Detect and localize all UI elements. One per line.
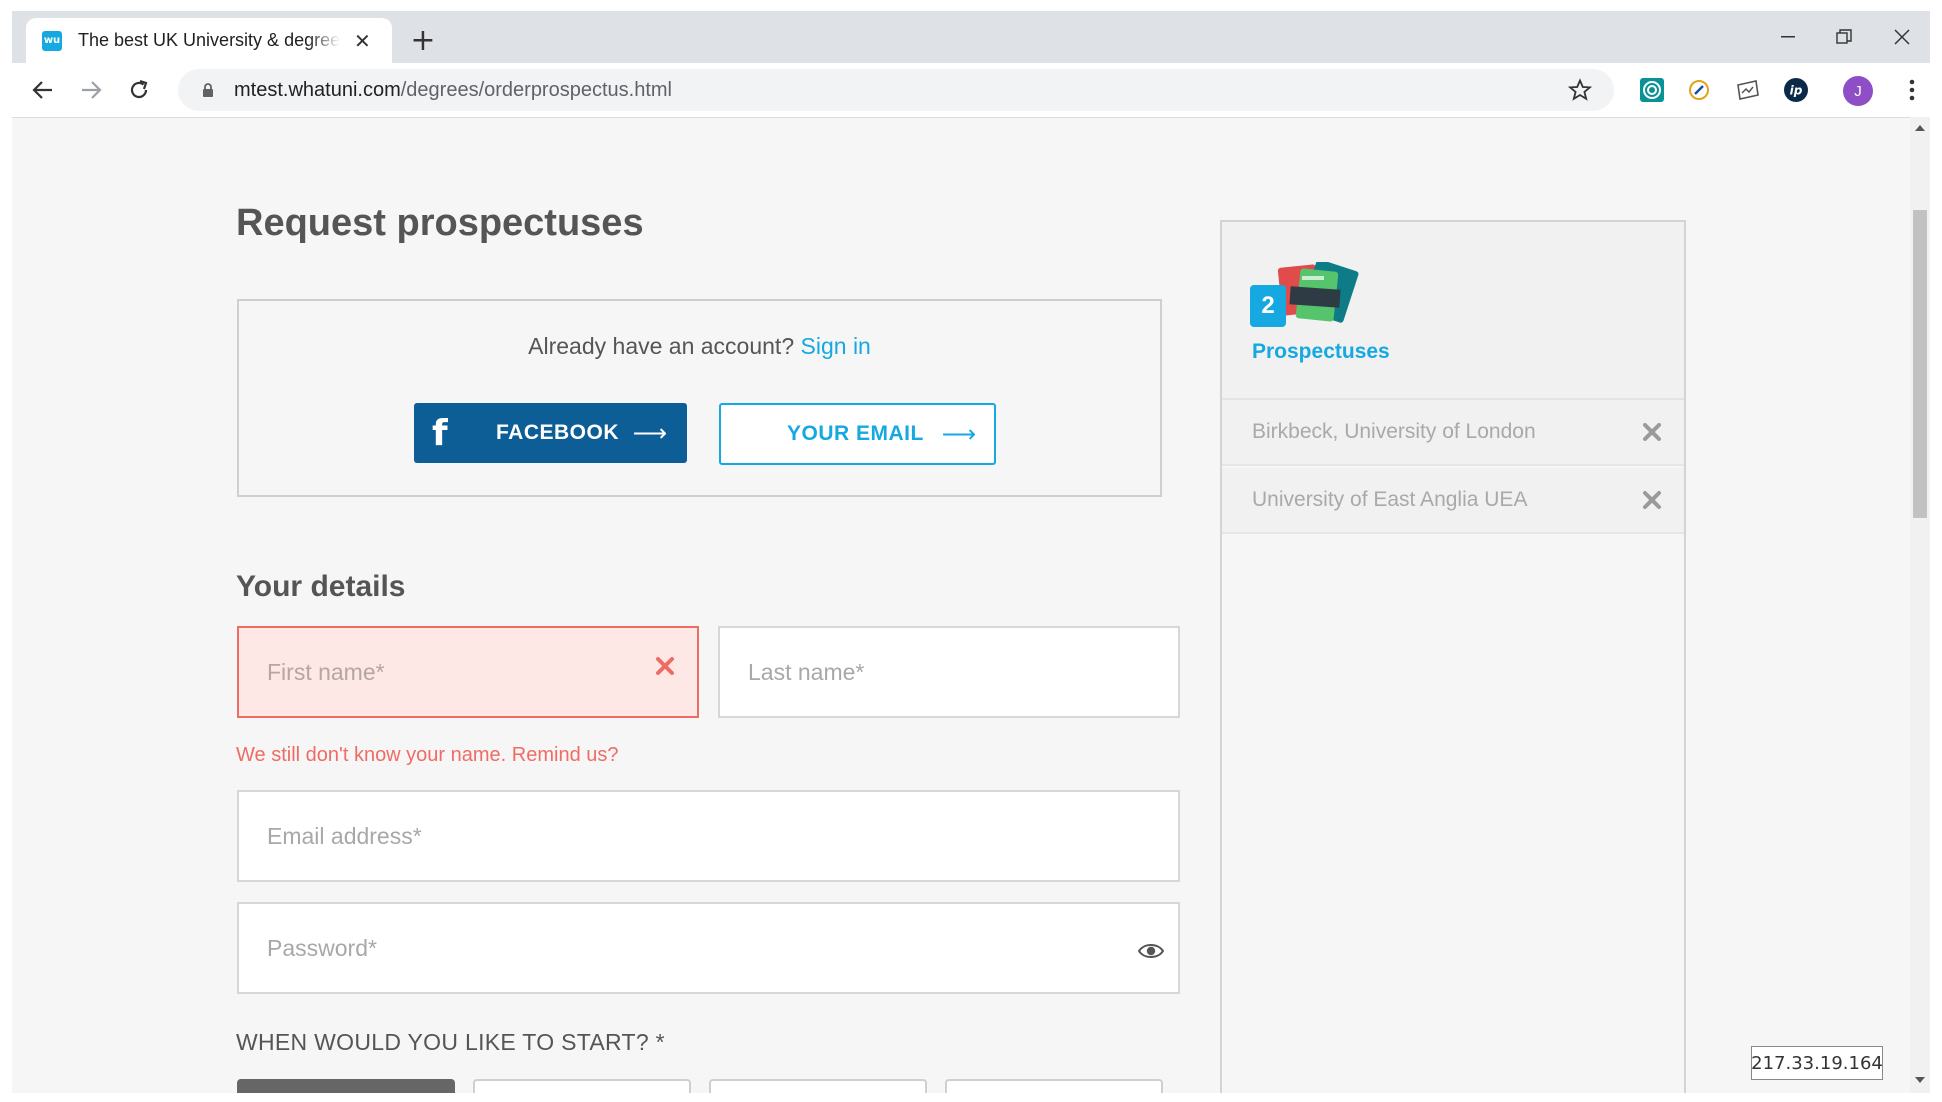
browser-window: wu The best UK University & degree ✕ + m…	[12, 11, 1930, 1093]
bookmark-star-button[interactable]	[1566, 76, 1594, 104]
extension-grammar-button[interactable]	[1638, 76, 1666, 104]
scroll-up-arrow-icon[interactable]	[1915, 125, 1925, 131]
page-scrollbar[interactable]	[1910, 117, 1930, 1093]
page-title: Request prospectuses	[236, 202, 644, 244]
scroll-down-arrow-icon[interactable]	[1915, 1077, 1925, 1083]
sign-in-link[interactable]: Sign in	[801, 333, 871, 359]
back-button[interactable]	[26, 73, 60, 107]
reload-icon	[130, 79, 148, 99]
extension-ip-icon: ip	[1784, 78, 1808, 102]
email-field[interactable]	[237, 790, 1180, 882]
facebook-button-label: FACEBOOK	[496, 421, 620, 444]
email-button-label: YOUR EMAIL	[787, 422, 924, 445]
extension-pen-button[interactable]	[1685, 76, 1713, 104]
extension-pen-icon	[1689, 80, 1709, 100]
arrow-right-icon: ⟶	[941, 420, 976, 448]
arrow-right-icon: ⟶	[632, 419, 667, 447]
tab-strip: wu The best UK University & degree ✕ +	[12, 11, 1930, 63]
start-option-4[interactable]	[945, 1079, 1163, 1093]
first-name-input[interactable]	[267, 658, 611, 686]
extension-spiral-icon	[1640, 78, 1664, 102]
url-text: mtest.whatuni.com/degrees/orderprospectu…	[234, 78, 672, 101]
facebook-icon: f	[432, 412, 448, 454]
start-option-3[interactable]	[709, 1079, 927, 1093]
arrow-right-icon	[82, 81, 102, 99]
star-icon	[1568, 78, 1592, 101]
first-name-error-message: We still don't know your name. Remind us…	[236, 744, 619, 766]
password-field[interactable]	[237, 902, 1180, 994]
page-viewport: Request prospectuses Already have an acc…	[12, 117, 1910, 1093]
restore-button[interactable]	[1820, 21, 1868, 53]
prospectus-count-badge: 2	[1250, 285, 1286, 327]
password-input[interactable]	[267, 934, 996, 962]
scrollbar-thumb[interactable]	[1913, 210, 1927, 518]
email-signup-button[interactable]: YOUR EMAIL ⟶	[719, 403, 996, 465]
forward-button[interactable]	[74, 73, 108, 107]
last-name-field[interactable]	[718, 626, 1180, 718]
more-vertical-icon	[1909, 79, 1915, 101]
facebook-login-button[interactable]: f FACEBOOK ⟶	[414, 403, 687, 463]
university-name: University of East Anglia UEA	[1252, 488, 1528, 511]
last-name-input[interactable]	[748, 658, 1092, 686]
whatuni-favicon-icon: wu	[40, 28, 64, 53]
remove-x-icon[interactable]	[1642, 422, 1662, 442]
close-icon	[1894, 29, 1910, 45]
basket-item: Birkbeck, University of London	[1222, 400, 1684, 466]
extension-screenshot-icon	[1737, 80, 1759, 100]
start-option-1[interactable]	[237, 1079, 455, 1093]
browser-tab[interactable]: wu The best UK University & degree ✕	[26, 18, 392, 63]
prospectus-basket: 2 Prospectuses Birkbeck, University of L…	[1220, 220, 1686, 1093]
email-input[interactable]	[267, 822, 996, 850]
arrow-left-icon	[32, 81, 52, 99]
already-account-text: Already have an account? Sign in	[528, 333, 871, 359]
basket-header: 2 Prospectuses	[1222, 222, 1684, 400]
university-name: Birkbeck, University of London	[1252, 420, 1536, 443]
start-date-label: WHEN WOULD YOU LIKE TO START? *	[236, 1029, 665, 1055]
new-tab-button[interactable]: +	[406, 23, 440, 58]
error-x-icon	[656, 657, 674, 675]
minimize-icon	[1781, 36, 1795, 38]
address-bar[interactable]: mtest.whatuni.com/degrees/orderprospectu…	[178, 69, 1614, 111]
extension-ip-button[interactable]: ip	[1782, 76, 1810, 104]
browser-toolbar: mtest.whatuni.com/degrees/orderprospectu…	[12, 63, 1930, 117]
tab-close-icon[interactable]: ✕	[354, 31, 371, 51]
tab-title: The best UK University & degree	[78, 30, 340, 50]
first-name-field[interactable]	[237, 626, 699, 718]
restore-icon	[1836, 29, 1852, 44]
profile-avatar[interactable]: J	[1843, 76, 1873, 106]
close-window-button[interactable]	[1878, 21, 1926, 53]
extension-screenshot-button[interactable]	[1733, 76, 1761, 104]
reload-button[interactable]	[122, 73, 156, 107]
eye-icon[interactable]	[1138, 942, 1164, 960]
prospectuses-label: Prospectuses	[1252, 340, 1390, 363]
lock-icon	[203, 83, 213, 97]
browser-menu-button[interactable]	[1898, 76, 1926, 104]
basket-item: University of East Anglia UEA	[1222, 468, 1684, 534]
minimize-button[interactable]	[1764, 21, 1812, 53]
svg-text:ip: ip	[1790, 84, 1803, 98]
start-option-2[interactable]	[473, 1079, 691, 1093]
your-details-heading: Your details	[236, 570, 406, 603]
remove-x-icon[interactable]	[1642, 490, 1662, 510]
ip-address-badge: 217.33.19.164	[1751, 1046, 1883, 1080]
signin-panel: Already have an account? Sign in f FACEB…	[237, 299, 1162, 497]
